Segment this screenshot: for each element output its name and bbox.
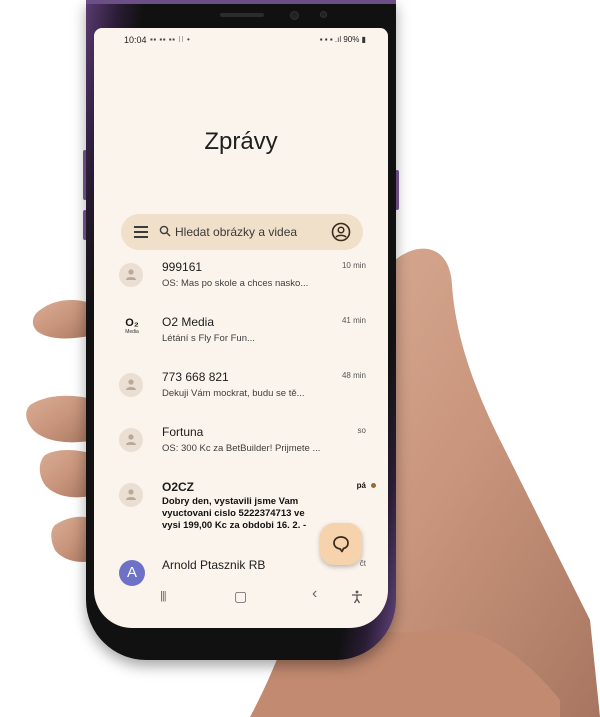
battery-icon: ▮ [361, 35, 366, 44]
conversation-preview-line: Dobry den, vystavili jsme Vam [162, 496, 299, 507]
conversation-preview-line: vysi 199,00 Kc za obdobi 16. 2. - [162, 520, 307, 531]
person-icon [119, 428, 143, 452]
conversation-preview-line: vyuctovani cislo 5222374713 ve [162, 508, 305, 519]
search-icon [159, 225, 171, 237]
signal-icons: ▪ ▪ ▪ .ıl [319, 35, 342, 44]
conversation-name: O2CZ [162, 480, 195, 494]
conversation-time: pá [356, 481, 366, 490]
conversation-time: 41 min [341, 316, 366, 325]
system-nav-bar: ||| ▢ ‹ [94, 584, 388, 608]
person-icon [119, 263, 143, 287]
status-time: 10:04 [124, 35, 147, 45]
conversation-time: 10 min [341, 261, 366, 270]
phone-top-edge [86, 0, 396, 4]
account-icon[interactable] [331, 222, 351, 242]
battery-level: 90% [343, 35, 360, 44]
page-title: Zprávy [204, 128, 278, 155]
conversation-item[interactable]: 999161 OS: Mas po skole a chces nasko...… [94, 260, 388, 310]
conversation-time: čt [359, 559, 366, 568]
search-input[interactable]: Hledat obrázky a videa [175, 225, 297, 239]
person-icon [119, 483, 143, 507]
system-icons: ▪ ▪ ▪ .ıl 90% ▮ [320, 35, 366, 44]
conversation-name: O2 Media [162, 315, 215, 329]
chat-bubble-icon [333, 536, 349, 553]
phone-screen: 10:04 ▪▪ ▪▪ ▪▪ ⁝⁝ • ▪ ▪ ▪ .ıl 90% ▮ Zprá… [94, 28, 388, 628]
conversation-item[interactable]: O₂ Media O2 Media Létání s Fly For Fun...… [94, 315, 388, 365]
home-button[interactable]: ▢ [234, 588, 247, 605]
contact-avatar: A [119, 560, 145, 586]
conversation-name: Arnold Ptasznik RB [162, 558, 266, 572]
accessibility-icon[interactable] [350, 590, 364, 604]
search-bar[interactable]: Hledat obrázky a videa [121, 214, 363, 250]
recents-button[interactable]: ||| [160, 590, 167, 602]
conversation-time: so [357, 426, 366, 435]
conversation-name: 773 668 821 [162, 370, 229, 384]
conversation-preview: OS: 300 Kc za BetBuilder! Prijmete ... [162, 443, 321, 454]
menu-icon[interactable] [134, 226, 148, 238]
camera-icon [290, 11, 299, 20]
conversation-name: 999161 [162, 260, 203, 274]
conversation-preview: Létání s Fly For Fun... [162, 333, 255, 344]
sensor-icon [320, 11, 327, 18]
notification-icons: ▪▪ ▪▪ ▪▪ ⁝⁝ • [150, 35, 191, 44]
unread-dot [371, 483, 376, 488]
conversation-time: 48 min [341, 371, 366, 380]
start-chat-button[interactable] [320, 523, 362, 565]
person-icon [119, 373, 143, 397]
conversation-item[interactable]: 773 668 821 Dekuji Vám mockrat, budu se … [94, 370, 388, 420]
conversation-item[interactable]: Fortuna OS: 300 Kc za BetBuilder! Prijme… [94, 425, 388, 475]
o2-logo-avatar: O₂ Media [125, 317, 139, 335]
status-bar: 10:04 ▪▪ ▪▪ ▪▪ ⁝⁝ • ▪ ▪ ▪ .ıl 90% ▮ [94, 28, 388, 48]
back-button[interactable]: ‹ [312, 585, 317, 603]
conversation-name: Fortuna [162, 425, 204, 439]
conversation-preview: Dekuji Vám mockrat, budu se tě... [162, 388, 305, 399]
earpiece-speaker [220, 13, 264, 17]
conversation-preview: OS: Mas po skole a chces nasko... [162, 278, 309, 289]
